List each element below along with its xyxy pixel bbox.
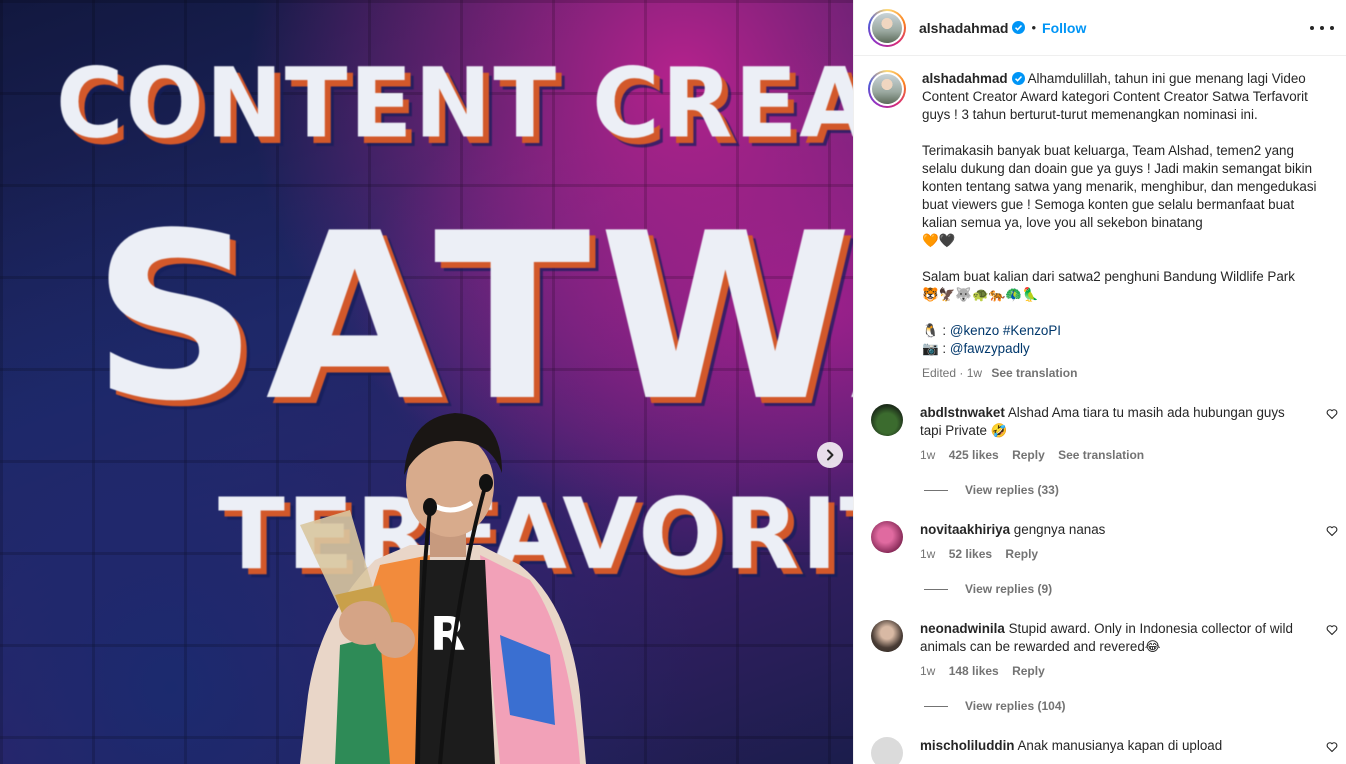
comment-username[interactable]: mischoliluddin <box>920 738 1014 753</box>
header-separator: • <box>1031 20 1037 35</box>
credit-1-hashtag-link[interactable]: #KenzoPI <box>1003 323 1061 338</box>
caption-see-translation[interactable]: See translation <box>991 366 1077 380</box>
comment-item: novitaakhiriya gengnya nanas 1w 52 likes… <box>854 521 1346 563</box>
heart-outline-icon[interactable] <box>1326 624 1338 636</box>
credit-1-separator: : <box>938 323 950 338</box>
heart-outline-icon[interactable] <box>1326 525 1338 537</box>
caption-author-avatar[interactable] <box>868 70 906 108</box>
comment-avatar[interactable] <box>871 521 903 553</box>
comment-see-translation[interactable]: See translation <box>1058 448 1144 462</box>
comment-item: abdlstnwaket Alshad Ama tiara tu masih a… <box>854 404 1346 464</box>
more-options-icon[interactable] <box>1310 18 1334 38</box>
comment-meta: 1w 148 likes Reply <box>920 662 1310 680</box>
award-winner-figure: R <box>300 413 586 764</box>
post-caption: alshadahmad Alhamdulillah, tahun ini gue… <box>854 57 1346 382</box>
credit-1-user-link[interactable]: @kenzo <box>950 323 999 338</box>
svg-text:R: R <box>430 607 465 661</box>
follow-button[interactable]: Follow <box>1042 20 1086 36</box>
chevron-right-icon <box>827 449 834 461</box>
caption-username[interactable]: alshadahmad <box>922 71 1008 86</box>
comment-avatar[interactable] <box>871 404 903 436</box>
credit-2-separator: : <box>938 341 950 356</box>
author-avatar[interactable] <box>868 8 906 47</box>
view-replies-button[interactable]: View replies (33) <box>924 483 1346 497</box>
comment-text: Anak manusianya kapan di upload <box>1017 738 1223 753</box>
comment-reply-button[interactable]: Reply <box>1012 448 1045 462</box>
caption-paragraph-2: Terimakasih banyak buat keluarga, Team A… <box>922 143 1317 230</box>
verified-badge-icon <box>1011 72 1025 85</box>
credit-1-icon: 🐧 <box>922 323 939 338</box>
comment-reply-button[interactable]: Reply <box>1005 547 1038 561</box>
view-replies-label: View replies (9) <box>965 582 1053 596</box>
comment-time: 1w <box>920 547 936 561</box>
credit-2-icon: 📷 <box>922 341 939 356</box>
comment-username[interactable]: abdlstnwaket <box>920 405 1005 420</box>
comment-meta: 1w 425 likes Reply See translation <box>920 446 1310 464</box>
caption-paragraph-3: Salam buat kalian dari satwa2 penghuni B… <box>922 269 1295 284</box>
stage-text-line1: CONTENT CREATOR <box>56 47 853 160</box>
caption-hearts: 🧡🖤 <box>922 233 956 248</box>
post-side-panel: alshadahmad • Follow alshadahmad Alhamdu… <box>853 0 1346 764</box>
post-media[interactable]: CONTENT CREATOR SATWA TERFAVORIT R <box>0 0 853 764</box>
comment-meta: 1w 52 likes Reply <box>920 545 1310 563</box>
comment-item: mischoliluddin Anak manusianya kapan di … <box>854 737 1346 764</box>
caption-animals: 🐯🦅🐺🐢🐅🦚🦜 <box>922 287 1039 302</box>
comment-username[interactable]: neonadwinila <box>920 621 1005 636</box>
next-slide-button[interactable] <box>817 442 843 468</box>
view-replies-label: View replies (104) <box>965 699 1066 713</box>
comment-time: 1w <box>920 664 936 678</box>
view-replies-button[interactable]: View replies (104) <box>924 699 1346 713</box>
comment-likes[interactable]: 425 likes <box>949 448 999 462</box>
caption-edited-time: Edited · 1w <box>922 366 983 380</box>
credit-2-user-link[interactable]: @fawzypadly <box>950 341 1030 356</box>
comments-scroll-area[interactable]: alshadahmad Alhamdulillah, tahun ini gue… <box>854 57 1346 764</box>
comment-username[interactable]: novitaakhiriya <box>920 522 1010 537</box>
comment-likes[interactable]: 52 likes <box>949 547 992 561</box>
comment-text: gengnya nanas <box>1013 522 1106 537</box>
heart-outline-icon[interactable] <box>1326 741 1338 753</box>
author-username[interactable]: alshadahmad <box>919 20 1008 36</box>
comment-likes[interactable]: 148 likes <box>949 664 999 678</box>
comment-time: 1w <box>920 448 936 462</box>
verified-badge-icon <box>1012 21 1026 34</box>
comment-item: neonadwinila Stupid award. Only in Indon… <box>854 620 1346 680</box>
caption-meta: Edited · 1w See translation <box>922 364 1332 382</box>
heart-outline-icon[interactable] <box>1326 408 1338 420</box>
comment-reply-button[interactable]: Reply <box>1012 664 1045 678</box>
view-replies-label: View replies (33) <box>965 483 1059 497</box>
post-header: alshadahmad • Follow <box>854 0 1346 56</box>
view-replies-button[interactable]: View replies (9) <box>924 582 1346 596</box>
comment-avatar[interactable] <box>871 737 903 764</box>
comment-avatar[interactable] <box>871 620 903 652</box>
